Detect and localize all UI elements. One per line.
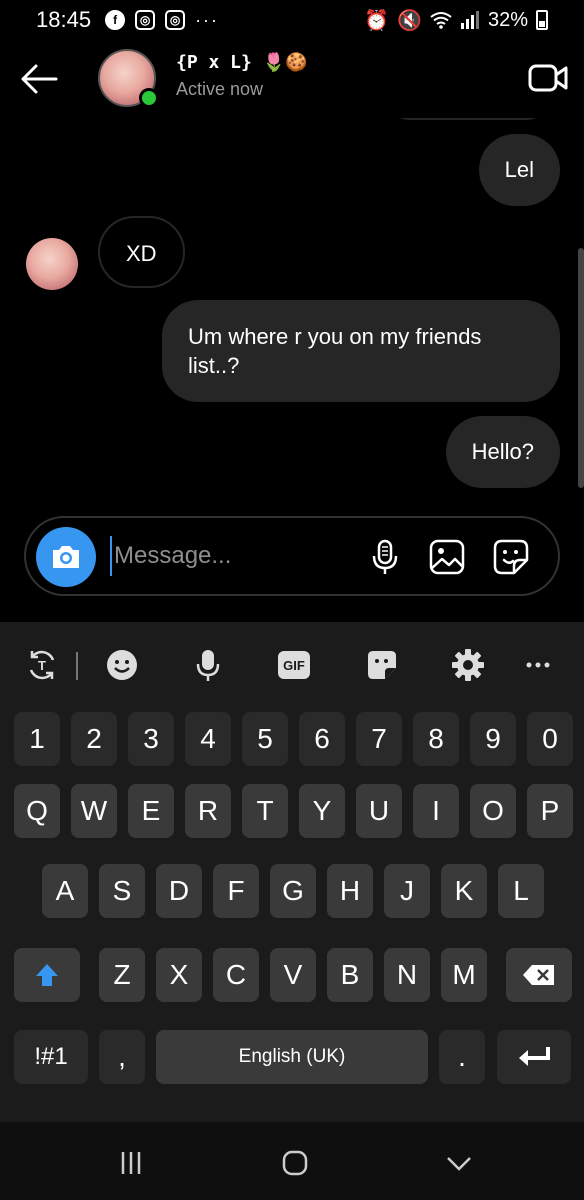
gif-label: GIF [278, 651, 310, 679]
home-icon[interactable] [280, 1148, 310, 1178]
sender-avatar[interactable] [26, 238, 78, 290]
svg-text:T: T [38, 658, 46, 673]
battery-text: 32% [487, 8, 528, 31]
voice-input-icon[interactable] [190, 647, 226, 683]
key-0[interactable]: 0 [527, 712, 573, 766]
enter-icon [519, 1047, 550, 1066]
toolbar-divider [76, 652, 78, 680]
key-b[interactable]: B [327, 948, 373, 1002]
key-t[interactable]: T [242, 784, 288, 838]
key-f[interactable]: F [213, 864, 259, 918]
shift-key[interactable] [14, 948, 80, 1002]
key-j[interactable]: J [384, 864, 430, 918]
notification-icons: f ◎ ◎ [105, 10, 186, 30]
key-l[interactable]: L [498, 864, 544, 918]
key-a[interactable]: A [42, 864, 88, 918]
message-bubble-outgoing[interactable]: Um where r you on my friends list..? [162, 300, 560, 402]
enter-key[interactable] [497, 1030, 571, 1084]
key-4[interactable]: 4 [185, 712, 231, 766]
keyboard-sticker-icon[interactable] [364, 647, 400, 683]
symbols-key[interactable]: !#1 [14, 1030, 88, 1084]
gallery-icon[interactable] [428, 538, 466, 576]
chat-header: {P x L} 🌷🍪 Active now [0, 40, 584, 118]
shift-arrow-icon [36, 964, 58, 986]
key-6[interactable]: 6 [299, 712, 345, 766]
status-time: 18:45 [36, 7, 92, 32]
emoji-icon[interactable] [104, 647, 140, 683]
sticker-icon[interactable] [492, 538, 530, 576]
wifi-icon [430, 12, 452, 29]
period-key[interactable]: . [439, 1030, 485, 1084]
key-7[interactable]: 7 [356, 712, 402, 766]
message-bubble-outgoing[interactable]: Lel [478, 134, 560, 206]
key-1[interactable]: 1 [14, 712, 60, 766]
gif-icon[interactable]: GIF [276, 647, 312, 683]
key-3[interactable]: 3 [128, 712, 174, 766]
message-bubble-incoming[interactable]: XD [98, 216, 185, 288]
key-w[interactable]: W [71, 784, 117, 838]
key-z[interactable]: Z [99, 948, 145, 1002]
recent-apps-icon[interactable] [116, 1148, 146, 1178]
key-p[interactable]: P [527, 784, 573, 838]
settings-gear-icon[interactable] [450, 647, 486, 683]
key-y[interactable]: Y [299, 784, 345, 838]
microphone-icon[interactable] [366, 538, 404, 576]
instagram-icon: ◎ [165, 10, 186, 30]
comma-key[interactable]: , [99, 1030, 145, 1084]
key-9[interactable]: 9 [470, 712, 516, 766]
message-bubble-outgoing[interactable]: Hello? [445, 416, 560, 488]
key-2[interactable]: 2 [71, 712, 117, 766]
key-r[interactable]: R [185, 784, 231, 838]
more-notifications: ··· [195, 9, 220, 30]
more-options-icon[interactable] [520, 647, 556, 683]
key-x[interactable]: X [156, 948, 202, 1002]
message-input[interactable] [110, 536, 350, 576]
message-composer [24, 516, 560, 596]
translate-icon[interactable]: T [24, 647, 60, 683]
key-m[interactable]: M [441, 948, 487, 1002]
key-d[interactable]: D [156, 864, 202, 918]
key-e[interactable]: E [128, 784, 174, 838]
backspace-key[interactable] [506, 948, 572, 1002]
contact-info[interactable]: {P x L} 🌷🍪 Active now [176, 52, 308, 100]
instagram-icon: ◎ [135, 10, 156, 30]
back-chevron-icon[interactable] [444, 1148, 474, 1178]
signal-icon [460, 11, 479, 29]
key-c[interactable]: C [213, 948, 259, 1002]
key-q[interactable]: Q [14, 784, 60, 838]
contact-name: {P x L} 🌷🍪 [176, 52, 308, 73]
status-bar: 18:45 f ◎ ◎ ··· ⏰ 🔇 32% [0, 0, 584, 40]
key-n[interactable]: N [384, 948, 430, 1002]
video-call-icon[interactable] [528, 62, 568, 94]
battery-icon [536, 10, 548, 30]
key-8[interactable]: 8 [413, 712, 459, 766]
contact-avatar[interactable] [98, 49, 159, 108]
active-status: Active now [176, 79, 264, 99]
keyboard-toolbar: T GIF [0, 622, 584, 708]
key-h[interactable]: H [327, 864, 373, 918]
alarm-icon: ⏰ [364, 9, 390, 32]
camera-icon [53, 546, 79, 568]
backspace-icon [523, 965, 554, 985]
mute-icon: 🔇 [397, 9, 422, 32]
system-navigation-bar [0, 1122, 584, 1200]
back-arrow-icon[interactable] [18, 58, 60, 100]
spacebar[interactable]: English (UK) [156, 1030, 428, 1084]
key-k[interactable]: K [441, 864, 487, 918]
key-v[interactable]: V [270, 948, 316, 1002]
key-s[interactable]: S [99, 864, 145, 918]
key-g[interactable]: G [270, 864, 316, 918]
facebook-icon: f [105, 10, 126, 30]
key-u[interactable]: U [356, 784, 402, 838]
camera-button[interactable] [36, 527, 96, 587]
previous-message-bubble[interactable] [388, 118, 548, 120]
key-i[interactable]: I [413, 784, 459, 838]
key-o[interactable]: O [470, 784, 516, 838]
thread-scrollbar[interactable] [578, 248, 584, 488]
status-right: ⏰ 🔇 32% [364, 8, 548, 33]
on-screen-keyboard: T GIF 1 2 3 4 5 6 7 8 9 0 Q W E R T Y U … [0, 622, 584, 1122]
key-5[interactable]: 5 [242, 712, 288, 766]
online-indicator [139, 88, 159, 108]
